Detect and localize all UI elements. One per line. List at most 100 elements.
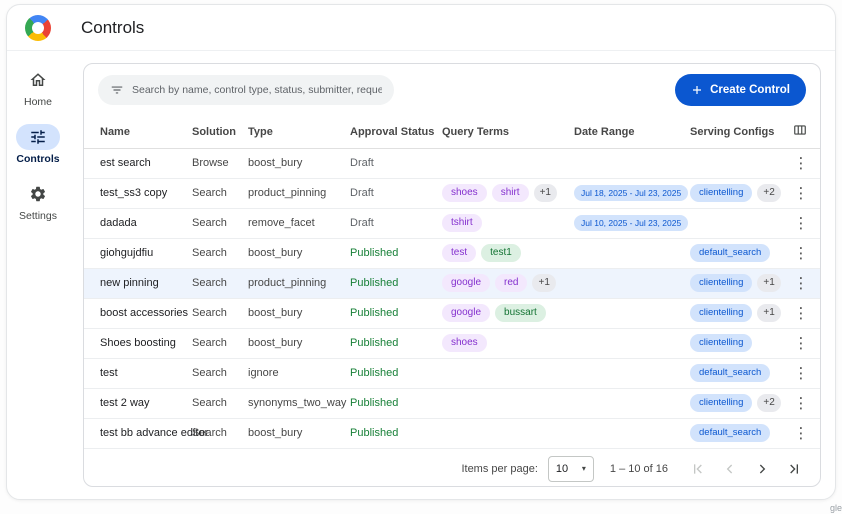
table-row[interactable]: new pinning Search product_pinning Publi… <box>84 268 820 298</box>
control-type: boost_bury <box>248 238 350 268</box>
serving-configs-cell <box>690 148 790 178</box>
control-solution: Search <box>192 238 248 268</box>
row-menu-button[interactable]: ⋮ <box>790 422 812 444</box>
panel-toolbar: Create Control <box>84 64 820 116</box>
create-control-button[interactable]: Create Control <box>675 74 806 106</box>
serving-config-chip: clientelling <box>690 334 752 352</box>
row-menu-button[interactable]: ⋮ <box>790 212 812 234</box>
table-row[interactable]: Shoes boosting Search boost_bury Publish… <box>84 328 820 358</box>
gear-icon <box>16 181 60 207</box>
serving-configs-cell: default_search <box>690 418 790 448</box>
column-settings-button[interactable] <box>790 123 810 139</box>
controls-table-body: est search Browse boost_bury Draft ⋮ tes… <box>84 148 820 448</box>
query-terms-cell <box>442 388 574 418</box>
date-range-cell <box>574 148 690 178</box>
last-page-icon <box>786 461 802 477</box>
approval-status: Published <box>350 298 442 328</box>
query-terms-cell: shoes <box>442 328 574 358</box>
serving-configs-cell: clientelling+1 <box>690 268 790 298</box>
sidebar-item-settings[interactable]: Settings <box>16 181 60 222</box>
control-name: new pinning <box>84 268 192 298</box>
approval-status: Published <box>350 268 442 298</box>
serving-configs-cell: clientelling+2 <box>690 388 790 418</box>
serving-configs-cell: clientelling+2 <box>690 178 790 208</box>
serving-configs-overflow-chip: +1 <box>757 304 780 322</box>
query-terms-overflow-chip: +1 <box>532 274 555 292</box>
search-input[interactable] <box>132 84 382 96</box>
columns-icon <box>792 123 808 137</box>
control-solution: Search <box>192 268 248 298</box>
row-menu-button[interactable]: ⋮ <box>790 272 812 294</box>
column-header-date-range: Date Range <box>574 116 690 148</box>
control-name: Shoes boosting <box>84 328 192 358</box>
control-type: boost_bury <box>248 418 350 448</box>
first-page-button[interactable] <box>690 460 708 478</box>
table-header-row: Name Solution Type Approval Status Query… <box>84 116 820 148</box>
date-range-chip: Jul 10, 2025 - Jul 23, 2025 <box>574 215 688 232</box>
query-terms-cell <box>442 148 574 178</box>
row-menu-button[interactable]: ⋮ <box>790 392 812 414</box>
control-solution: Search <box>192 358 248 388</box>
control-type: boost_bury <box>248 148 350 178</box>
table-row[interactable]: dadada Search remove_facet Draft tshirt … <box>84 208 820 238</box>
table-row[interactable]: test bb advance editor Search boost_bury… <box>84 418 820 448</box>
approval-status: Published <box>350 418 442 448</box>
sidebar-item-home[interactable]: Home <box>16 67 60 108</box>
control-name: test bb advance editor <box>84 418 192 448</box>
serving-configs-cell: default_search <box>690 358 790 388</box>
next-page-button[interactable] <box>754 460 772 478</box>
serving-config-chip: default_search <box>690 424 770 442</box>
serving-config-chip: clientelling <box>690 394 752 412</box>
filter-icon <box>110 83 124 97</box>
date-range-cell: Jul 10, 2025 - Jul 23, 2025 <box>574 208 690 238</box>
control-solution: Browse <box>192 148 248 178</box>
row-menu-button[interactable]: ⋮ <box>790 362 812 384</box>
chevron-left-icon <box>722 461 738 477</box>
google-cloud-logo-icon <box>25 15 51 41</box>
control-name: boost accessories <box>84 298 192 328</box>
serving-config-chip: default_search <box>690 364 770 382</box>
serving-config-chip: default_search <box>690 244 770 262</box>
table-row[interactable]: test_ss3 copy Search product_pinning Dra… <box>84 178 820 208</box>
column-header-query-terms: Query Terms <box>442 116 574 148</box>
table-row[interactable]: boost accessories Search boost_bury Publ… <box>84 298 820 328</box>
row-menu-button[interactable]: ⋮ <box>790 302 812 324</box>
control-type: boost_bury <box>248 298 350 328</box>
sidebar-item-controls[interactable]: Controls <box>16 124 60 165</box>
serving-config-chip: clientelling <box>690 304 752 322</box>
sidebar-item-label: Home <box>24 96 52 108</box>
control-solution: Search <box>192 178 248 208</box>
chevron-right-icon <box>754 461 770 477</box>
control-solution: Search <box>192 388 248 418</box>
table-row[interactable]: giohgujdfiu Search boost_bury Published … <box>84 238 820 268</box>
approval-status: Draft <box>350 208 442 238</box>
table-footer: Items per page: 10 ▾ 1 – 10 of 16 <box>84 449 820 488</box>
home-icon <box>16 67 60 93</box>
items-per-page-select[interactable]: 10 ▾ <box>548 456 594 482</box>
search-box[interactable] <box>98 75 394 105</box>
control-solution: Search <box>192 328 248 358</box>
row-menu-button[interactable]: ⋮ <box>790 152 812 174</box>
table-row[interactable]: test Search ignore Published default_sea… <box>84 358 820 388</box>
main-content: Create Control Name Solution Type Approv… <box>69 51 835 499</box>
query-term-chip: test <box>442 244 476 262</box>
row-menu-button[interactable]: ⋮ <box>790 242 812 264</box>
control-name: est search <box>84 148 192 178</box>
query-term-chip: shoes <box>442 334 487 352</box>
query-term-chip: shoes <box>442 184 487 202</box>
table-row[interactable]: test 2 way Search synonyms_two_way Publi… <box>84 388 820 418</box>
row-menu-button[interactable]: ⋮ <box>790 332 812 354</box>
previous-page-button[interactable] <box>722 460 740 478</box>
control-name: test_ss3 copy <box>84 178 192 208</box>
page-title: Controls <box>81 18 144 38</box>
last-page-button[interactable] <box>786 460 804 478</box>
query-terms-cell: googlebussart <box>442 298 574 328</box>
table-row[interactable]: est search Browse boost_bury Draft ⋮ <box>84 148 820 178</box>
control-type: ignore <box>248 358 350 388</box>
sidebar: Home Controls Settings <box>7 51 69 499</box>
control-solution: Search <box>192 418 248 448</box>
column-header-solution: Solution <box>192 116 248 148</box>
row-menu-button[interactable]: ⋮ <box>790 182 812 204</box>
serving-configs-cell: clientelling +1 <box>690 298 790 328</box>
approval-status: Draft <box>350 178 442 208</box>
